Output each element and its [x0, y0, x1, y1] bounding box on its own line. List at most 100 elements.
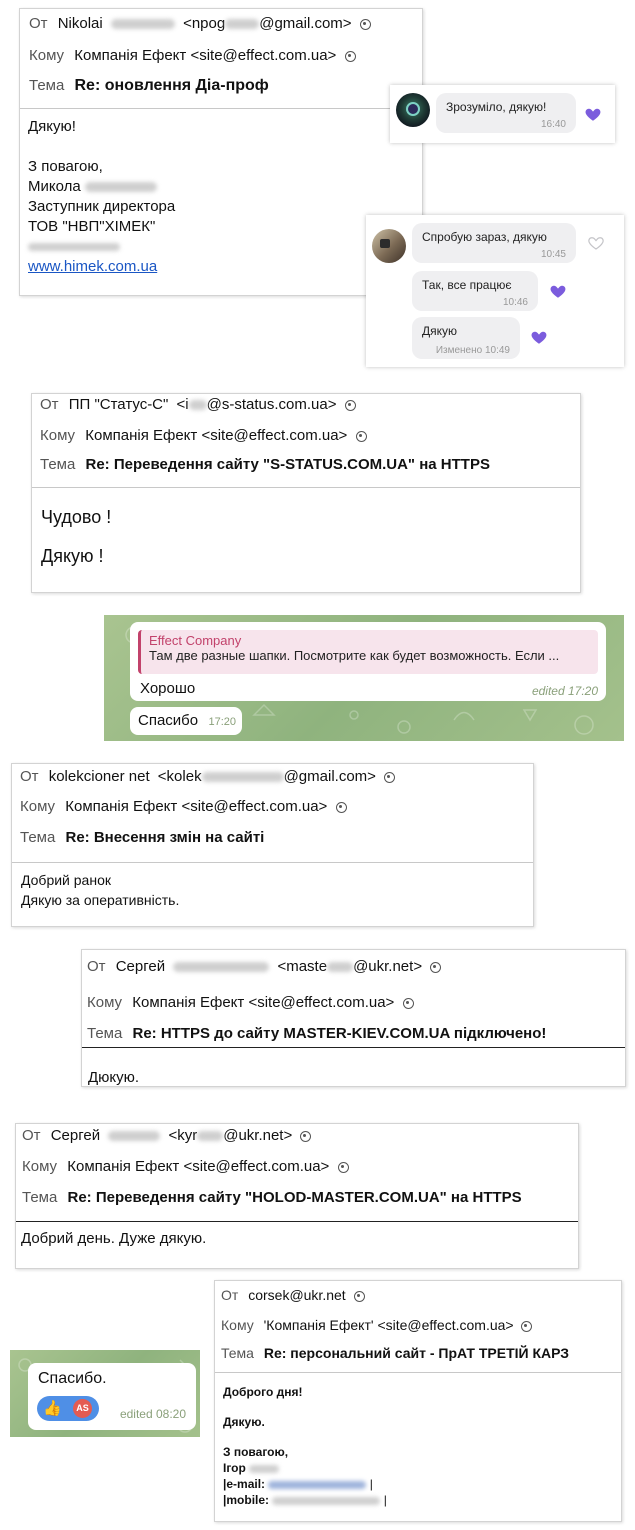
subject-text: Re: персональний сайт - ПрАТ ТРЕТІЙ КАРЗ	[263, 1345, 570, 1361]
from-email-end: @ukr.net>	[353, 958, 423, 975]
body-line: Доброго дня!	[223, 1385, 303, 1399]
viber-chat-2: Спробую зараз, дякую 10:45 Так, все прац…	[366, 215, 624, 367]
from-name: Nikolai	[57, 15, 103, 32]
message-bubble[interactable]: Спасибо 17:20	[130, 707, 242, 735]
message-text: Спасибо	[138, 712, 199, 729]
to-label: Кому	[22, 1158, 58, 1175]
from-label: От	[87, 958, 106, 975]
from-label: От	[221, 1287, 239, 1303]
contact-icon[interactable]	[344, 50, 356, 62]
from-email-start: <npog	[183, 15, 226, 32]
message-bubble[interactable]: Зрозуміло, дякую! 16:40	[436, 93, 576, 133]
reaction-pill[interactable]: 👍 AS	[37, 1396, 99, 1421]
header-divider	[215, 1372, 621, 1373]
subject-label: Тема	[40, 456, 76, 473]
blurred-phone	[272, 1496, 381, 1505]
subject-label: Тема	[87, 1025, 123, 1042]
message-bubble[interactable]: Спробую зараз, дякую 10:45	[412, 223, 576, 263]
email-card-kolekcioner: От kolekcioner net <kolek @gmail.com> Ком…	[11, 763, 534, 927]
to-address: Компанія Ефект <site@effect.com.ua>	[65, 798, 328, 815]
avatar-inner	[406, 102, 420, 116]
heart-like-icon[interactable]	[584, 105, 602, 123]
from-address: corsek@ukr.net	[248, 1287, 346, 1303]
blurred-phone	[28, 243, 120, 252]
viber-chat-1: Зрозуміло, дякую! 16:40	[390, 85, 615, 143]
body-line: ТОВ "НВП"ХІМЕК"	[28, 218, 156, 235]
header-divider	[82, 1047, 625, 1048]
body-line: |mobile:	[223, 1493, 270, 1507]
from-email-end: @s-status.com.ua>	[206, 396, 337, 413]
from-name: ПП "Статус-С"	[68, 396, 169, 413]
message-text: Спробую зараз, дякую	[422, 230, 547, 244]
email-body: Дякую! З повагою, Микола Заступник дирек…	[28, 117, 175, 277]
body-line: Добрий день. Дуже дякую.	[21, 1230, 207, 1247]
contact-icon[interactable]	[359, 18, 371, 30]
website-link[interactable]: www.himek.com.ua	[28, 257, 175, 277]
from-name: Сергей	[115, 958, 166, 975]
from-label: От	[20, 768, 39, 785]
body-line: Дякую.	[223, 1415, 265, 1429]
contact-icon[interactable]	[355, 430, 367, 442]
to-address: Компанія Ефект <site@effect.com.ua>	[85, 427, 348, 444]
email-card-master-kiev: От Сергей <maste @ukr.net> Кому Компанія …	[81, 949, 626, 1087]
message-meta: edited 17:20	[531, 684, 598, 698]
body-line: Дякую !	[41, 546, 104, 566]
email-body: Добрий ранок Дякую за оперативність.	[21, 870, 179, 910]
message-time: 10:45	[540, 249, 566, 260]
body-line: Дюкую.	[88, 1069, 140, 1086]
blurred-surname	[249, 1464, 280, 1473]
contact-icon[interactable]	[402, 997, 414, 1009]
blurred-email	[268, 1480, 367, 1489]
body-line: Заступник директора	[28, 198, 176, 215]
heart-like-icon[interactable]	[530, 328, 548, 346]
body-line: Микола	[28, 178, 81, 195]
message-text: Так, все працює	[422, 278, 512, 292]
subject-text: Re: оновлення Діа-проф	[74, 77, 269, 94]
message-time: 10:46	[502, 297, 528, 308]
body-line: Чудово !	[41, 507, 112, 527]
contact-icon[interactable]	[353, 1290, 365, 1302]
header-divider	[32, 487, 580, 488]
contact-icon[interactable]	[300, 1130, 312, 1142]
reply-text: Там две разные шапки. Посмотрите как буд…	[149, 648, 560, 663]
to-label: Кому	[40, 427, 76, 444]
contact-avatar	[372, 229, 406, 263]
contact-icon[interactable]	[344, 399, 356, 411]
contact-icon[interactable]	[430, 961, 442, 973]
header-divider	[12, 862, 533, 863]
to-address: Компанія Ефект <site@effect.com.ua>	[74, 47, 337, 64]
message-bubble[interactable]: Спасибо. 👍 AS edited 08:20	[28, 1363, 196, 1430]
to-label: Кому	[221, 1317, 254, 1333]
contact-icon[interactable]	[337, 1161, 349, 1173]
blurred-email	[225, 19, 260, 30]
from-email-start: <i	[176, 396, 189, 413]
from-email-start: <kyr	[168, 1127, 198, 1144]
message-text: Зрозуміло, дякую!	[446, 100, 547, 114]
body-line: Добрий ранок	[21, 872, 111, 888]
body-line: Дякую за оперативність.	[21, 892, 180, 908]
email-card-corsek: От corsek@ukr.net Кому 'Компанія Ефект' …	[214, 1280, 622, 1522]
to-label: Кому	[29, 47, 65, 64]
message-bubble[interactable]: Effect Company Там две разные шапки. Пос…	[130, 622, 606, 701]
from-label: От	[22, 1127, 41, 1144]
contact-icon[interactable]	[335, 801, 347, 813]
subject-text: Re: HTTPS до сайту MASTER-KIEV.COM.UA пі…	[132, 1025, 547, 1042]
message-bubble[interactable]: Так, все працює 10:46	[412, 271, 538, 311]
message-bubble[interactable]: Дякую Изменено 10:49	[412, 317, 520, 359]
contact-icon[interactable]	[384, 771, 396, 783]
reply-quote[interactable]: Effect Company Там две разные шапки. Пос…	[138, 630, 598, 674]
contact-icon[interactable]	[521, 1320, 533, 1332]
email-card-s-status: От ПП "Статус-С" <i @s-status.com.ua> Ком…	[31, 393, 581, 593]
blurred-email	[327, 962, 354, 973]
from-email-start: <kolek	[157, 768, 202, 785]
message-time: 16:40	[540, 119, 566, 130]
thumbs-up-icon: 👍	[43, 1400, 62, 1417]
from-email-end: @ukr.net>	[223, 1127, 293, 1144]
heart-like-icon[interactable]	[549, 282, 567, 300]
reaction-avatar: AS	[73, 1399, 92, 1418]
body-line: Дякую!	[28, 118, 76, 135]
telegram-chat-2: Спасибо. 👍 AS edited 08:20	[10, 1350, 200, 1437]
header-divider	[20, 108, 422, 109]
body-line: Ігор	[223, 1461, 246, 1475]
heart-outline-icon[interactable]	[587, 234, 605, 252]
